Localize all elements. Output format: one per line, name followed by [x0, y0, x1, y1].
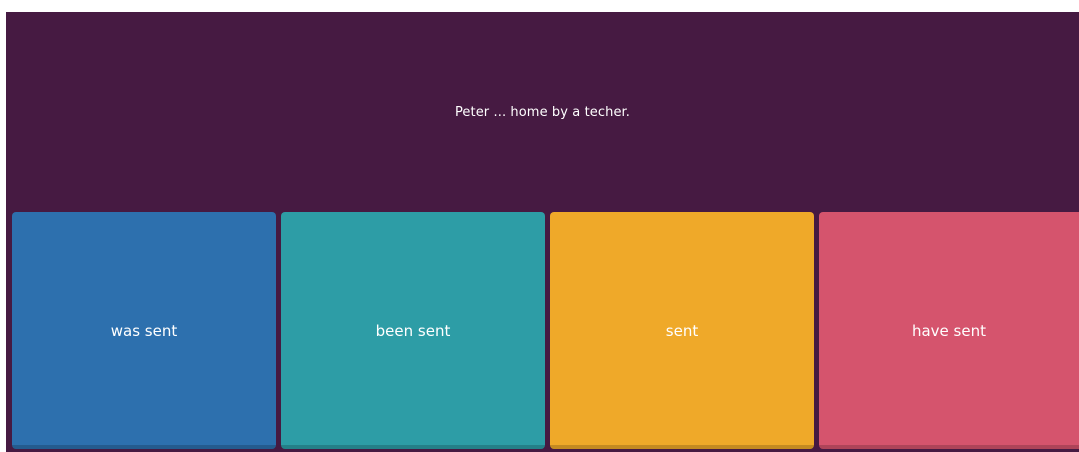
answer-option-was-sent[interactable]: was sent	[12, 212, 276, 449]
answer-option-sent[interactable]: sent	[550, 212, 814, 449]
answer-option-have-sent[interactable]: have sent	[819, 212, 1079, 449]
answer-options: was sent been sent sent have sent	[12, 212, 1079, 449]
answer-label: sent	[665, 321, 699, 340]
answer-option-been-sent[interactable]: been sent	[281, 212, 545, 449]
quiz-panel: Peter ... home by a techer. was sent bee…	[6, 12, 1079, 452]
answer-label: was sent	[110, 321, 178, 340]
answer-label: been sent	[375, 321, 451, 340]
question-text: Peter ... home by a techer.	[454, 104, 631, 120]
answer-label: have sent	[911, 321, 986, 340]
